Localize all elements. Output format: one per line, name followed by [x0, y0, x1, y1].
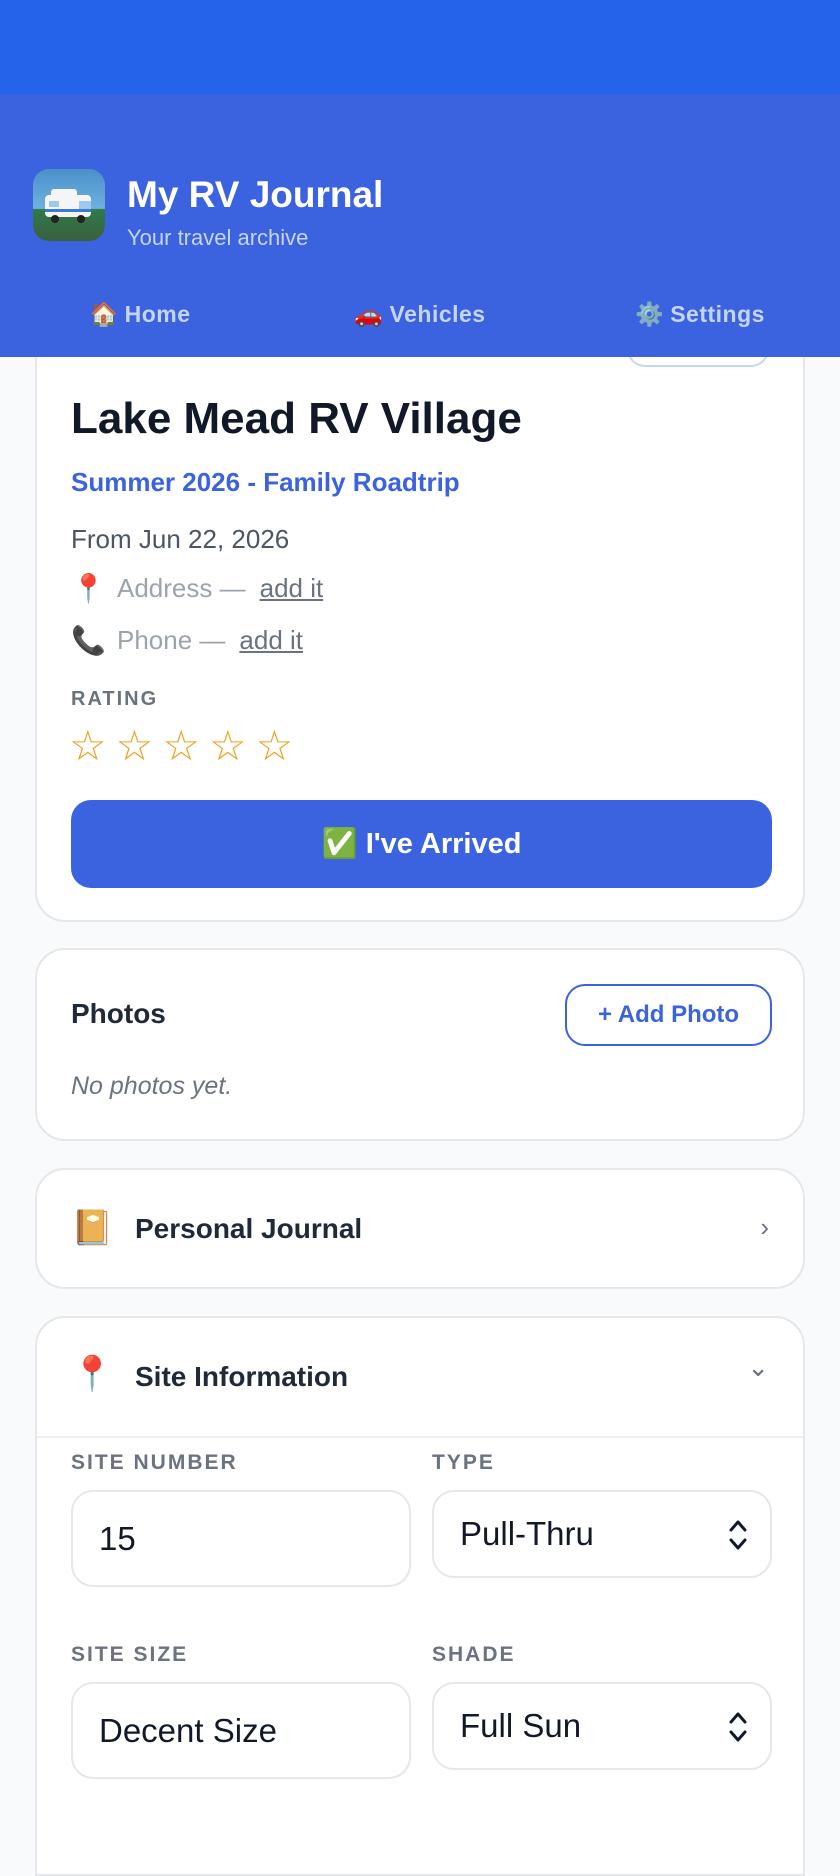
site-size-label: SITE SIZE	[71, 1643, 189, 1666]
arrived-button[interactable]: ✅ I've Arrived	[71, 800, 772, 888]
add-phone-link[interactable]: add it	[239, 625, 303, 656]
photos-title: Photos	[71, 998, 166, 1029]
rating-label: RATING	[71, 688, 159, 710]
nav-label: Vehicles	[389, 301, 486, 327]
site-info-card: 📍 Site Information ⌄ SITE NUMBER 15 TYPE…	[35, 1316, 805, 1876]
nav-label: Home	[124, 301, 191, 327]
photos-empty-text: No photos yet.	[71, 1072, 233, 1100]
shade-label: SHADE	[432, 1643, 516, 1666]
phone-label: Phone —	[117, 625, 226, 655]
chevron-right-icon: ›	[760, 1212, 769, 1242]
notebook-icon: 📔	[71, 1209, 114, 1247]
brand: My RV Journal Your travel archive	[33, 169, 383, 251]
journal-title: Personal Journal	[135, 1213, 363, 1244]
top-nav: 🏠 Home 🚗 Vehicles ⚙️ Settings	[0, 294, 840, 334]
address-label: Address —	[117, 573, 246, 603]
site-size-input[interactable]: Decent Size	[71, 1682, 411, 1779]
pin-icon: 📍	[71, 573, 106, 604]
divider	[37, 1436, 803, 1438]
chevron-down-icon: ⌄	[747, 1352, 769, 1382]
select-arrows-icon	[729, 1712, 747, 1742]
type-value: Pull-Thru	[460, 1515, 594, 1552]
home-icon: 🏠	[89, 301, 119, 327]
star-icon[interactable]: ☆	[256, 722, 294, 770]
app-title: My RV Journal	[127, 174, 384, 215]
add-photo-button[interactable]: + Add Photo	[565, 984, 772, 1046]
stop-dates: From Jun 22, 2026	[71, 524, 290, 554]
star-icon[interactable]: ☆	[162, 722, 200, 770]
site-number-input[interactable]: 15	[71, 1490, 411, 1587]
star-icon[interactable]: ☆	[69, 722, 107, 770]
rating-stars: ☆ ☆ ☆ ☆ ☆	[69, 722, 302, 770]
select-arrows-icon	[729, 1520, 747, 1550]
car-icon: 🚗	[354, 301, 384, 327]
shade-select[interactable]: Full Sun	[432, 1682, 772, 1770]
add-address-link[interactable]: add it	[260, 573, 324, 604]
shade-value: Full Sun	[460, 1707, 582, 1744]
site-info-title: Site Information	[135, 1361, 349, 1392]
type-select[interactable]: Pull-Thru	[432, 1490, 772, 1578]
star-icon[interactable]: ☆	[209, 722, 247, 770]
stop-title: Lake Mead RV Village	[71, 394, 522, 443]
photos-card: Photos + Add Photo No photos yet.	[35, 948, 805, 1141]
journal-card[interactable]: 📔 Personal Journal ›	[35, 1168, 805, 1289]
nav-home[interactable]: 🏠 Home	[0, 294, 280, 334]
status-bar	[0, 0, 840, 94]
gear-icon: ⚙️	[635, 301, 665, 327]
type-label: TYPE	[432, 1451, 495, 1474]
phone-icon: 📞	[71, 625, 106, 656]
phone-row: 📞 Phone — add it	[71, 624, 303, 657]
trip-link[interactable]: Summer 2026 - Family Roadtrip	[71, 467, 460, 498]
app-header: My RV Journal Your travel archive 🏠 Home …	[0, 94, 840, 357]
star-icon[interactable]: ☆	[116, 722, 154, 770]
app-subtitle: Your travel archive	[127, 225, 309, 250]
nav-settings[interactable]: ⚙️ Settings	[560, 294, 840, 334]
site-number-label: SITE NUMBER	[71, 1451, 238, 1474]
address-row: 📍 Address — add it	[71, 572, 323, 605]
nav-vehicles[interactable]: 🚗 Vehicles	[280, 294, 560, 334]
pin-icon: 📍	[71, 1355, 114, 1393]
nav-label: Settings	[670, 301, 765, 327]
rv-camper-icon	[33, 169, 105, 241]
stop-details-card: Lake Mead RV Village Summer 2026 - Famil…	[35, 300, 805, 922]
